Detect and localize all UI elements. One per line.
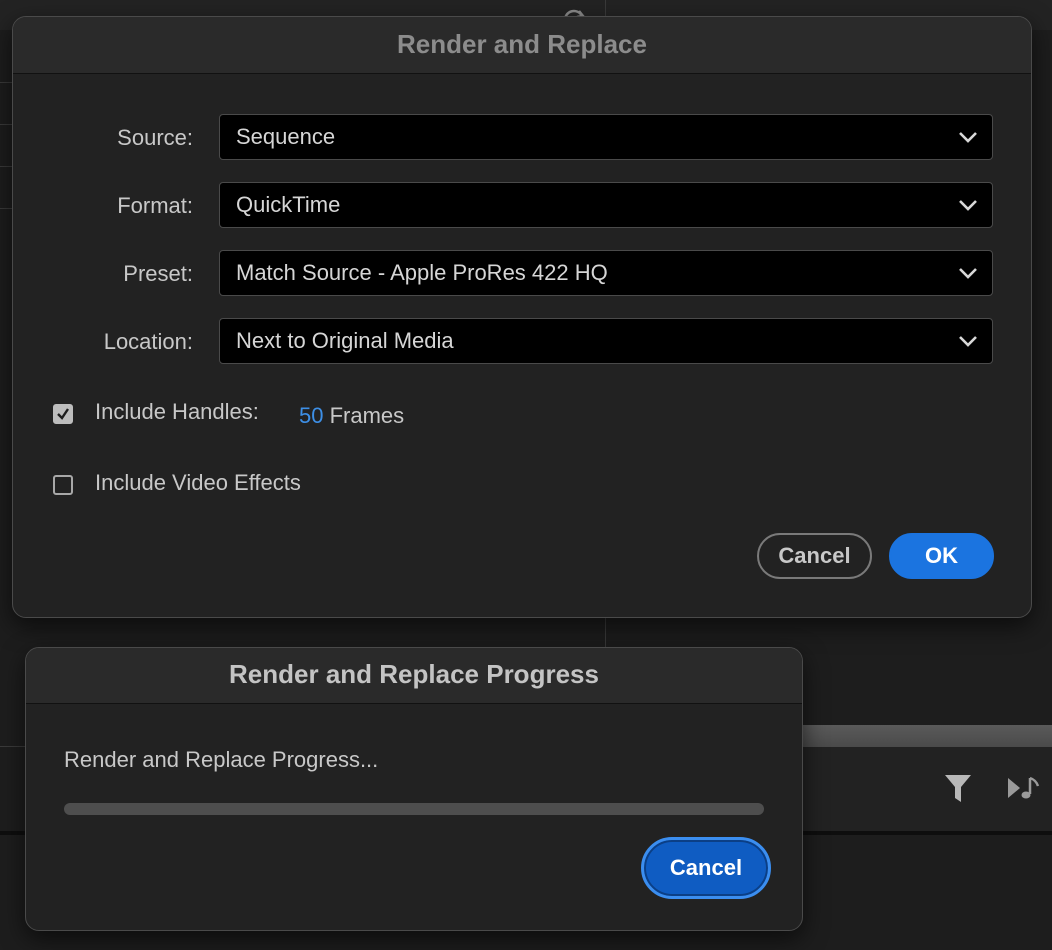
progress-dialog-title: Render and Replace Progress [26, 648, 802, 704]
render-progress-dialog: Render and Replace Progress Render and R… [25, 647, 803, 931]
handles-frames: 50 Frames [299, 403, 404, 429]
filter-funnel-icon[interactable] [944, 772, 972, 804]
include-handles-label[interactable]: Include Handles: [95, 399, 259, 425]
format-value: QuickTime [236, 192, 341, 217]
checkmark-icon [57, 408, 69, 420]
chevron-down-icon [959, 336, 977, 347]
location-value: Next to Original Media [236, 328, 454, 353]
progress-bar [64, 803, 764, 815]
horizontal-scrollbar[interactable] [800, 725, 1052, 747]
music-note-icon[interactable] [1006, 774, 1046, 802]
location-label: Location: [103, 329, 193, 354]
include-video-effects-label[interactable]: Include Video Effects [95, 470, 301, 496]
progress-cancel-button[interactable]: Cancel [641, 837, 771, 899]
source-dropdown[interactable]: Sequence [219, 114, 993, 160]
preset-dropdown[interactable]: Match Source - Apple ProRes 422 HQ [219, 250, 993, 296]
include-video-effects-checkbox[interactable] [53, 475, 73, 495]
source-label: Source: [117, 125, 193, 150]
render-and-replace-dialog: Render and Replace Source: Sequence Form… [12, 16, 1032, 618]
ok-button[interactable]: OK [889, 533, 994, 579]
progress-message: Render and Replace Progress... [64, 747, 379, 772]
preset-value: Match Source - Apple ProRes 422 HQ [236, 260, 608, 285]
chevron-down-icon [959, 200, 977, 211]
chevron-down-icon [959, 132, 977, 143]
format-dropdown[interactable]: QuickTime [219, 182, 993, 228]
source-value: Sequence [236, 124, 336, 149]
dialog-title: Render and Replace [13, 17, 1031, 74]
handles-frames-unit: Frames [329, 403, 405, 428]
handles-frames-value[interactable]: 50 [299, 403, 323, 428]
chevron-down-icon [959, 268, 977, 279]
location-dropdown[interactable]: Next to Original Media [219, 318, 993, 364]
preset-label: Preset: [123, 261, 193, 286]
format-label: Format: [117, 193, 193, 218]
cancel-button[interactable]: Cancel [757, 533, 872, 579]
include-handles-checkbox[interactable] [53, 404, 73, 424]
